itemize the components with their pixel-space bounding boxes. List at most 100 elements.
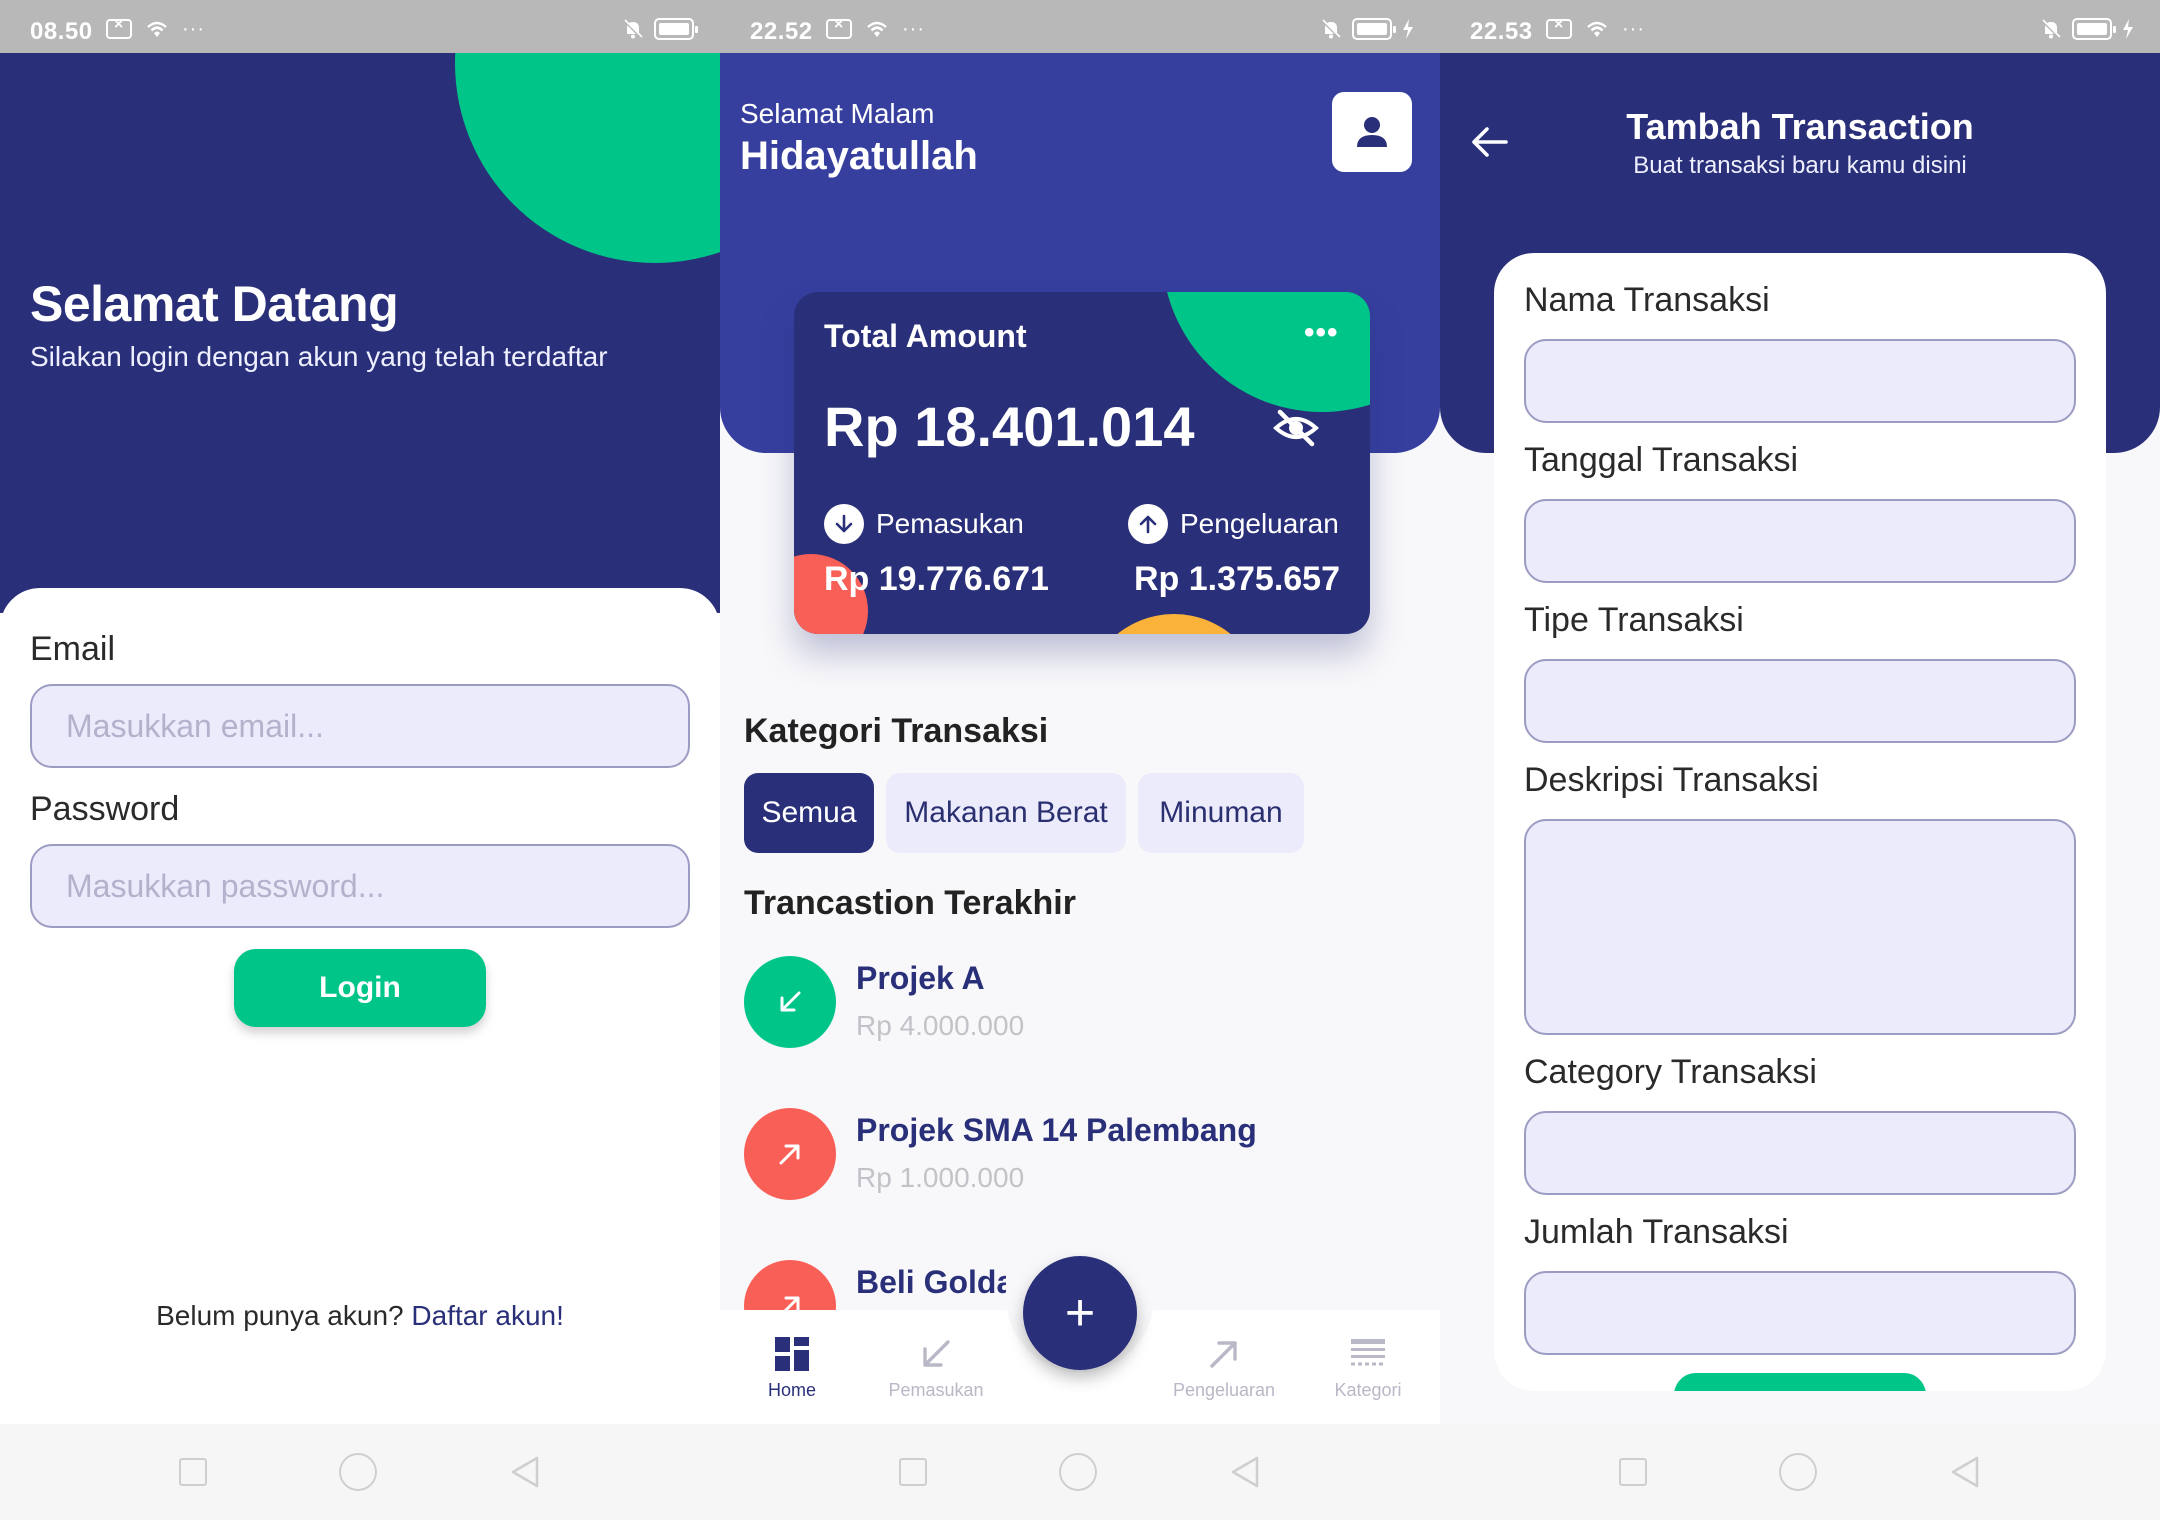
system-nav-bar [720, 1424, 1440, 1520]
status-icons-left: ··· [826, 16, 925, 40]
charging-icon [2123, 19, 2133, 39]
transaction-form-card: Nama Transaksi Tanggal Transaksi Tipe Tr… [1494, 253, 2106, 1391]
category-transaksi-field[interactable] [1524, 1111, 2076, 1195]
total-amount-card: Total Amount ••• Rp 18.401.014 Pemasukan… [794, 292, 1370, 634]
app-screens: 08.50 ··· Selamat Datang Silakan login d… [0, 0, 2160, 1520]
recents-icon[interactable] [1619, 1458, 1647, 1486]
arrow-down-left-icon [744, 956, 836, 1048]
tab-pengeluaran[interactable]: Pengeluaran [1152, 1334, 1296, 1401]
category-transaksi-label: Category Transaksi [1524, 1053, 1817, 1091]
tab-home[interactable]: Home [720, 1334, 864, 1401]
login-button[interactable]: Login [234, 949, 486, 1027]
system-nav-bar [0, 1424, 720, 1520]
battery-icon [1352, 18, 1396, 40]
jumlah-transaksi-label: Jumlah Transaksi [1524, 1213, 1789, 1251]
page-subtitle: Silakan login dengan akun yang telah ter… [30, 341, 608, 372]
person-icon [1357, 117, 1387, 147]
deskripsi-transaksi-label: Deskripsi Transaksi [1524, 761, 1819, 799]
arrow-up-right-icon [744, 1108, 836, 1200]
email-field[interactable]: Masukkan email... [30, 684, 690, 768]
system-nav-bar [1440, 1424, 2160, 1520]
deskripsi-transaksi-field[interactable] [1524, 819, 2076, 1035]
tab-pemasukan[interactable]: Pemasukan [864, 1334, 1008, 1401]
income-value: Rp 19.776.671 [824, 560, 1049, 598]
tanggal-transaksi-field[interactable] [1524, 499, 2076, 583]
recents-icon[interactable] [179, 1458, 207, 1486]
status-time: 22.52 [750, 18, 813, 45]
tanggal-transaksi-label: Tanggal Transaksi [1524, 441, 1799, 479]
status-bar: 22.53 ··· [1440, 0, 2160, 53]
greeting-text: Selamat Malam [740, 98, 935, 129]
expense-row: Pengeluaran [1128, 504, 1339, 544]
profile-button[interactable] [1332, 92, 1412, 172]
card-more-button[interactable]: ••• [1304, 316, 1339, 350]
more-dots-icon: ··· [182, 18, 205, 40]
arrow-down-icon [824, 504, 864, 544]
transaction-title: Projek A [856, 960, 985, 996]
nama-transaksi-field[interactable] [1524, 339, 2076, 423]
status-time: 08.50 [30, 18, 93, 45]
jumlah-transaksi-field[interactable] [1524, 1271, 2076, 1355]
home-icon[interactable] [1059, 1453, 1097, 1491]
add-transaction-button[interactable]: + [1023, 1256, 1137, 1370]
more-dots-icon: ··· [902, 18, 925, 40]
add-transaction-screen: 22.53 ··· Tambah Transaction Buat transa… [1440, 0, 2160, 1520]
transaction-item[interactable]: Projek SMA 14 Palembang Rp 1.000.000 [744, 1108, 1424, 1208]
password-label: Password [30, 790, 180, 828]
register-link[interactable]: Daftar akun! [411, 1300, 564, 1331]
status-time: 22.53 [1470, 18, 1533, 45]
tipe-transaksi-field[interactable] [1524, 659, 2076, 743]
chip-makanan-berat[interactable]: Makanan Berat [886, 773, 1126, 853]
wifi-icon [1587, 21, 1607, 37]
page-title: Tambah Transaction [1626, 106, 1974, 147]
list-icon [1351, 1339, 1385, 1366]
recents-icon[interactable] [899, 1458, 927, 1486]
categories-title: Kategori Transaksi [744, 712, 1049, 750]
transaction-amount: Rp 1.000.000 [856, 1162, 1025, 1193]
home-icon[interactable] [339, 1453, 377, 1491]
welcome-header: Selamat Datang Silakan login dengan akun… [0, 53, 720, 613]
transaction-amount: Rp 4.000.000 [856, 1010, 1025, 1041]
back-icon[interactable] [509, 1455, 541, 1489]
wifi-icon [867, 21, 887, 37]
tab-pemasukan-label: Pemasukan [888, 1380, 984, 1400]
user-name: Hidayatullah [740, 134, 978, 178]
register-prompt: Belum punya akun? Daftar akun! [0, 1300, 720, 1332]
notification-box-icon [826, 16, 852, 39]
arrow-up-icon [1128, 504, 1168, 544]
expense-value: Rp 1.375.657 [1133, 560, 1340, 598]
arrow-down-left-icon [923, 1340, 950, 1367]
eye-off-icon[interactable] [1272, 404, 1320, 452]
status-bar: 08.50 ··· [0, 0, 720, 53]
page-title: Selamat Datang [30, 276, 399, 332]
back-icon[interactable] [1949, 1455, 1981, 1489]
login-screen: 08.50 ··· Selamat Datang Silakan login d… [0, 0, 720, 1520]
register-prompt-text: Belum punya akun? [156, 1300, 412, 1331]
tab-pengeluaran-label: Pengeluaran [1172, 1380, 1276, 1400]
tab-kategori[interactable]: Kategori [1296, 1334, 1440, 1401]
charging-icon [1403, 19, 1413, 39]
email-label: Email [30, 630, 116, 668]
status-icons-right [2040, 18, 2134, 40]
grid-icon [775, 1337, 809, 1371]
mute-bell-icon [2040, 18, 2062, 40]
home-icon[interactable] [1779, 1453, 1817, 1491]
notification-box-icon [1546, 16, 1572, 39]
card-decor-yellow [1084, 614, 1264, 634]
status-bar: 22.52 ··· [720, 0, 1440, 53]
nama-transaksi-label: Nama Transaksi [1524, 281, 1770, 319]
back-icon[interactable] [1229, 1455, 1261, 1489]
status-icons-right [1320, 18, 1414, 40]
expense-label: Pengeluaran [1180, 508, 1339, 539]
battery-icon [654, 18, 698, 40]
password-field[interactable]: Masukkan password... [30, 844, 690, 928]
total-amount-value: Rp 18.401.014 [824, 395, 1195, 458]
tab-kategori-label: Kategori [1334, 1380, 1402, 1400]
arrow-up-right-icon [1210, 1341, 1237, 1368]
chip-minuman[interactable]: Minuman [1138, 773, 1304, 853]
submit-button[interactable] [1674, 1373, 1926, 1391]
chip-semua[interactable]: Semua [744, 773, 874, 853]
transaction-item[interactable]: Projek A Rp 4.000.000 [744, 956, 1424, 1056]
status-icons-left: ··· [106, 16, 205, 40]
income-row: Pemasukan [824, 504, 1024, 544]
